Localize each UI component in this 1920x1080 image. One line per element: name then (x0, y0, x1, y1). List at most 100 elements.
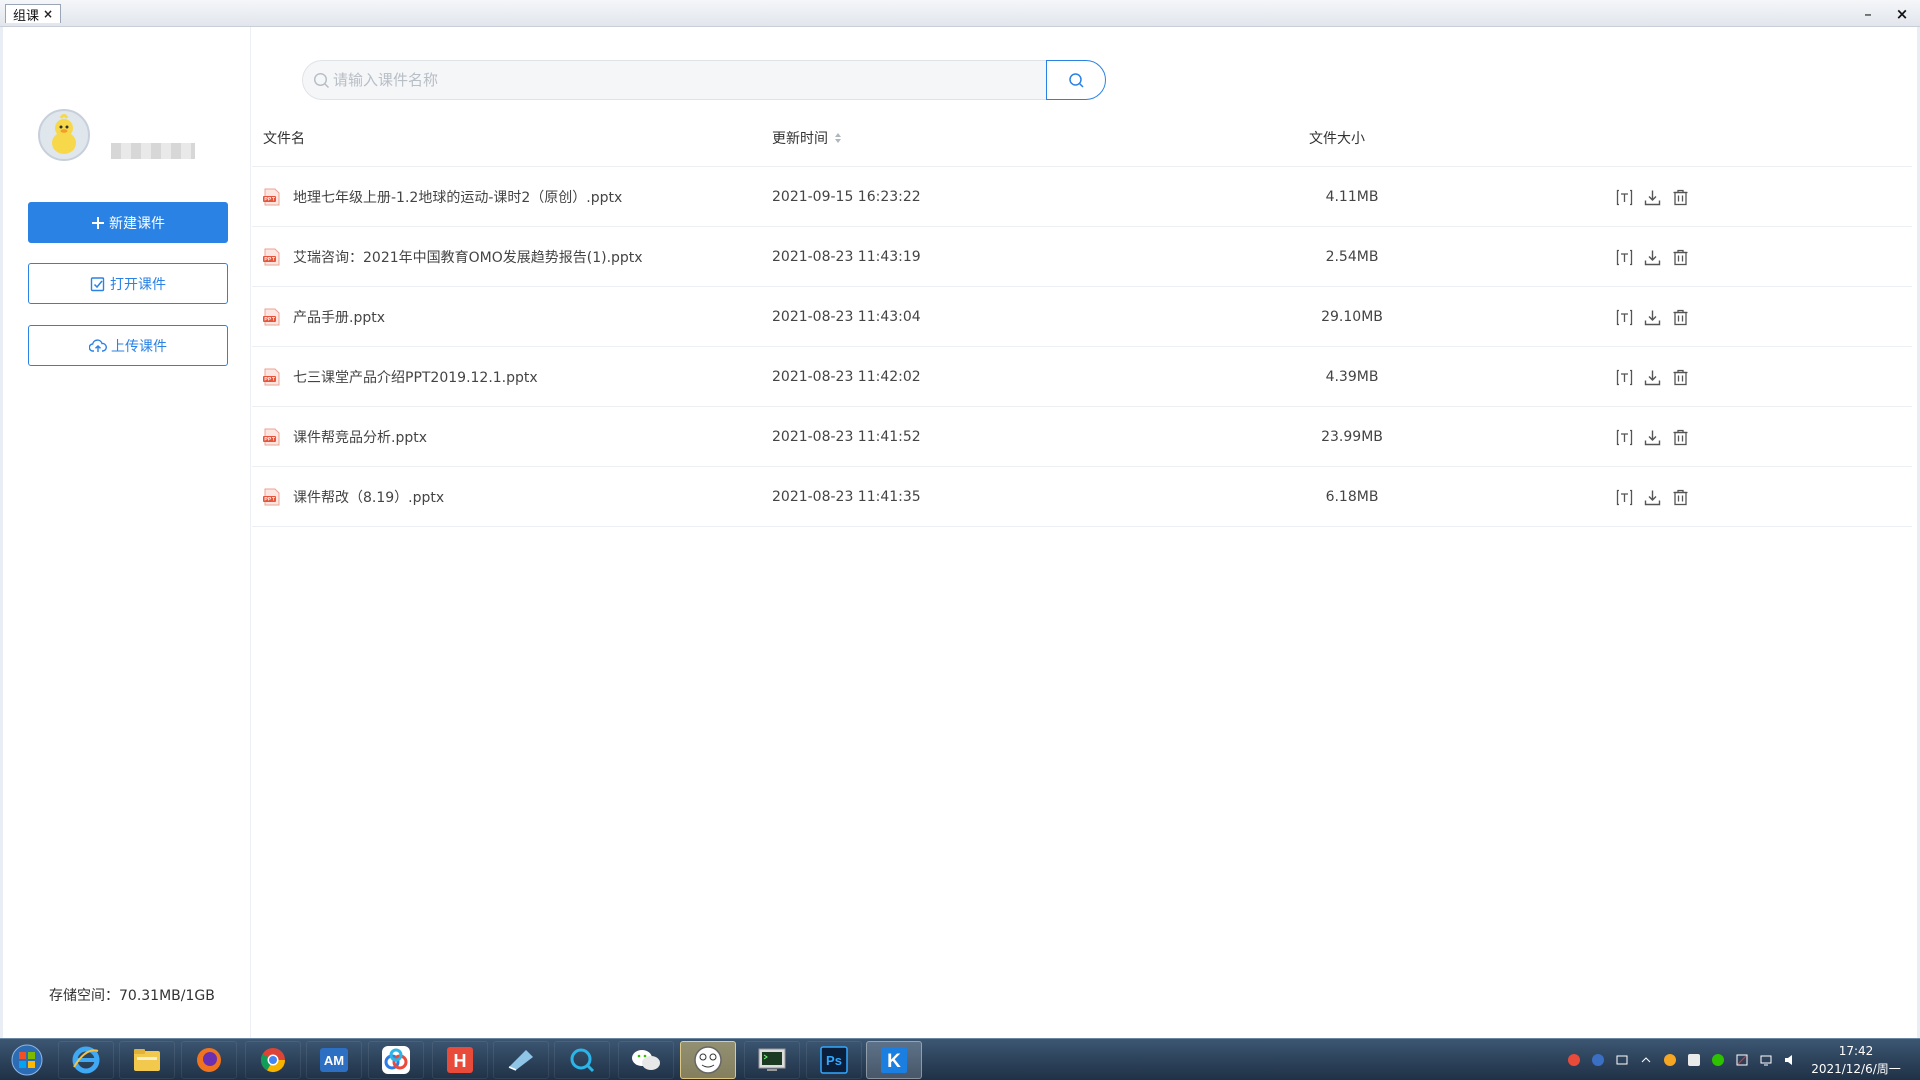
table-row[interactable]: 地理七年级上册-1.2地球的运动-课时2（原创）.pptx 2021-09-15 … (252, 167, 1912, 227)
open-courseware-button[interactable]: 打开课件 (28, 263, 228, 304)
file-name-cell[interactable]: 艾瑞咨询：2021年中国教育OMO发展趋势报告(1).pptx (262, 227, 762, 287)
delete-icon[interactable] (1671, 188, 1690, 207)
cloud-upload-icon (89, 338, 107, 353)
delete-icon[interactable] (1671, 308, 1690, 327)
photoshop-icon: Ps (820, 1046, 848, 1074)
taskbar-app-firefox[interactable] (181, 1041, 237, 1079)
header-update-time-label: 更新时间 (772, 131, 828, 147)
rename-icon[interactable] (1615, 188, 1634, 207)
rename-icon[interactable] (1615, 308, 1634, 327)
file-name: 产品手册.pptx (293, 310, 385, 326)
file-name-cell[interactable]: 课件帮竞品分析.pptx (262, 407, 762, 467)
wechat-icon (630, 1046, 662, 1074)
update-time-cell: 2021-09-15 16:23:22 (772, 189, 921, 205)
tray-expand-icon[interactable] (1638, 1052, 1654, 1068)
ppt-file-icon (262, 248, 282, 266)
sidebar: 新建课件 打开课件 上传课件 存储空间：70.31MB/1GB (3, 27, 251, 1038)
avatar[interactable] (38, 109, 90, 161)
download-icon[interactable] (1643, 248, 1662, 267)
open-courseware-label: 打开课件 (110, 275, 166, 292)
terminal-icon (757, 1047, 787, 1073)
search-input[interactable] (333, 61, 1033, 99)
file-size-cell: 23.99MB (1321, 429, 1383, 445)
taskbar-app-qq-pet[interactable] (680, 1041, 736, 1079)
taskbar-app-ie[interactable] (58, 1041, 114, 1079)
header-update-time[interactable]: 更新时间 (772, 128, 842, 148)
volume-icon[interactable] (1782, 1052, 1798, 1068)
start-button[interactable] (7, 1041, 47, 1079)
file-name: 课件帮改（8.19）.pptx (293, 490, 445, 506)
clock[interactable]: 17:42 2021/12/6/周一 (1800, 1042, 1912, 1078)
taskbar-app-wechat[interactable] (618, 1041, 674, 1079)
wechat-tray-icon[interactable] (1710, 1052, 1726, 1068)
app-tray-icon[interactable] (1686, 1052, 1702, 1068)
download-icon[interactable] (1643, 308, 1662, 327)
table-row[interactable]: 产品手册.pptx 2021-08-23 11:43:04 29.10MB (252, 287, 1912, 347)
keyboard-icon[interactable] (1614, 1052, 1630, 1068)
taskbar-app-search-app[interactable] (554, 1041, 610, 1079)
upload-courseware-button[interactable]: 上传课件 (28, 325, 228, 366)
row-actions (1615, 287, 1690, 347)
download-icon[interactable] (1643, 428, 1662, 447)
taskbar-app-baidu-netdisk[interactable] (368, 1041, 424, 1079)
taskbar-app-explorer[interactable] (119, 1041, 175, 1079)
table-row[interactable]: 课件帮竞品分析.pptx 2021-08-23 11:41:52 23.99MB (252, 407, 1912, 467)
row-actions (1615, 467, 1690, 527)
row-actions (1615, 347, 1690, 407)
delete-icon[interactable] (1671, 248, 1690, 267)
file-name-cell[interactable]: 七三课堂产品介绍PPT2019.12.1.pptx (262, 347, 762, 407)
svg-text:K: K (887, 1051, 901, 1072)
file-size-cell: 4.11MB (1325, 189, 1379, 205)
update-time-cell: 2021-08-23 11:43:19 (772, 249, 921, 265)
delete-icon[interactable] (1671, 428, 1690, 447)
ppt-file-icon (262, 488, 282, 506)
file-name-cell[interactable]: 产品手册.pptx (262, 287, 762, 347)
rename-icon[interactable] (1615, 428, 1634, 447)
delete-icon[interactable] (1671, 368, 1690, 387)
new-courseware-button[interactable]: 新建课件 (28, 202, 228, 243)
windows-logo-icon (11, 1044, 43, 1076)
minimize-button[interactable]: – (1852, 0, 1884, 27)
explorer-icon (132, 1047, 162, 1073)
taskbar-app-terminal[interactable] (744, 1041, 800, 1079)
tab-close-icon[interactable]: × (43, 7, 53, 21)
taskbar-app-kuaike[interactable]: K (866, 1041, 922, 1079)
file-name: 课件帮竞品分析.pptx (293, 430, 427, 446)
help-icon[interactable] (1590, 1052, 1606, 1068)
ppt-file-icon (262, 188, 282, 206)
network-icon[interactable] (1758, 1052, 1774, 1068)
search-button[interactable] (1046, 60, 1106, 100)
taskbar-app-hbuilder[interactable]: H (432, 1041, 488, 1079)
rename-icon[interactable] (1615, 248, 1634, 267)
download-icon[interactable] (1643, 488, 1662, 507)
rename-icon[interactable] (1615, 368, 1634, 387)
action-center-icon[interactable] (1734, 1052, 1750, 1068)
delete-icon[interactable] (1671, 488, 1690, 507)
rename-icon[interactable] (1615, 488, 1634, 507)
search-bar (302, 60, 1107, 100)
file-name-cell[interactable]: 课件帮改（8.19）.pptx (262, 467, 762, 527)
download-icon[interactable] (1643, 368, 1662, 387)
file-name: 七三课堂产品介绍PPT2019.12.1.pptx (293, 370, 538, 386)
title-bar: 组课 × – × (0, 0, 1920, 27)
tab-zuke[interactable]: 组课 × (5, 4, 62, 24)
taskbar-app-am[interactable]: AM (306, 1041, 362, 1079)
taskbar: AM H Ps K 17:42 2021/12/6/周一 (0, 1038, 1920, 1080)
download-icon[interactable] (1643, 188, 1662, 207)
search-icon (313, 72, 330, 93)
taskbar-app-notes[interactable] (493, 1041, 549, 1079)
table-row[interactable]: 课件帮改（8.19）.pptx 2021-08-23 11:41:35 6.18MB (252, 467, 1912, 527)
taskbar-app-photoshop[interactable]: Ps (806, 1041, 862, 1079)
taskbar-app-chrome[interactable] (245, 1041, 301, 1079)
file-table: 文件名 更新时间 文件大小 地理七年级上册-1.2地球的运动-课时2（原创）.p… (252, 107, 1912, 527)
row-actions (1615, 227, 1690, 287)
qq-icon[interactable] (1662, 1052, 1678, 1068)
table-row[interactable]: 七三课堂产品介绍PPT2019.12.1.pptx 2021-08-23 11:4… (252, 347, 1912, 407)
sogou-ime-icon[interactable] (1566, 1052, 1582, 1068)
file-name-cell[interactable]: 地理七年级上册-1.2地球的运动-课时2（原创）.pptx (262, 167, 762, 227)
svg-text:H: H (454, 1051, 467, 1071)
update-time-cell: 2021-08-23 11:41:52 (772, 429, 921, 445)
close-window-button[interactable]: × (1886, 0, 1918, 27)
row-actions (1615, 167, 1690, 227)
table-row[interactable]: 艾瑞咨询：2021年中国教育OMO发展趋势报告(1).pptx 2021-08-2… (252, 227, 1912, 287)
